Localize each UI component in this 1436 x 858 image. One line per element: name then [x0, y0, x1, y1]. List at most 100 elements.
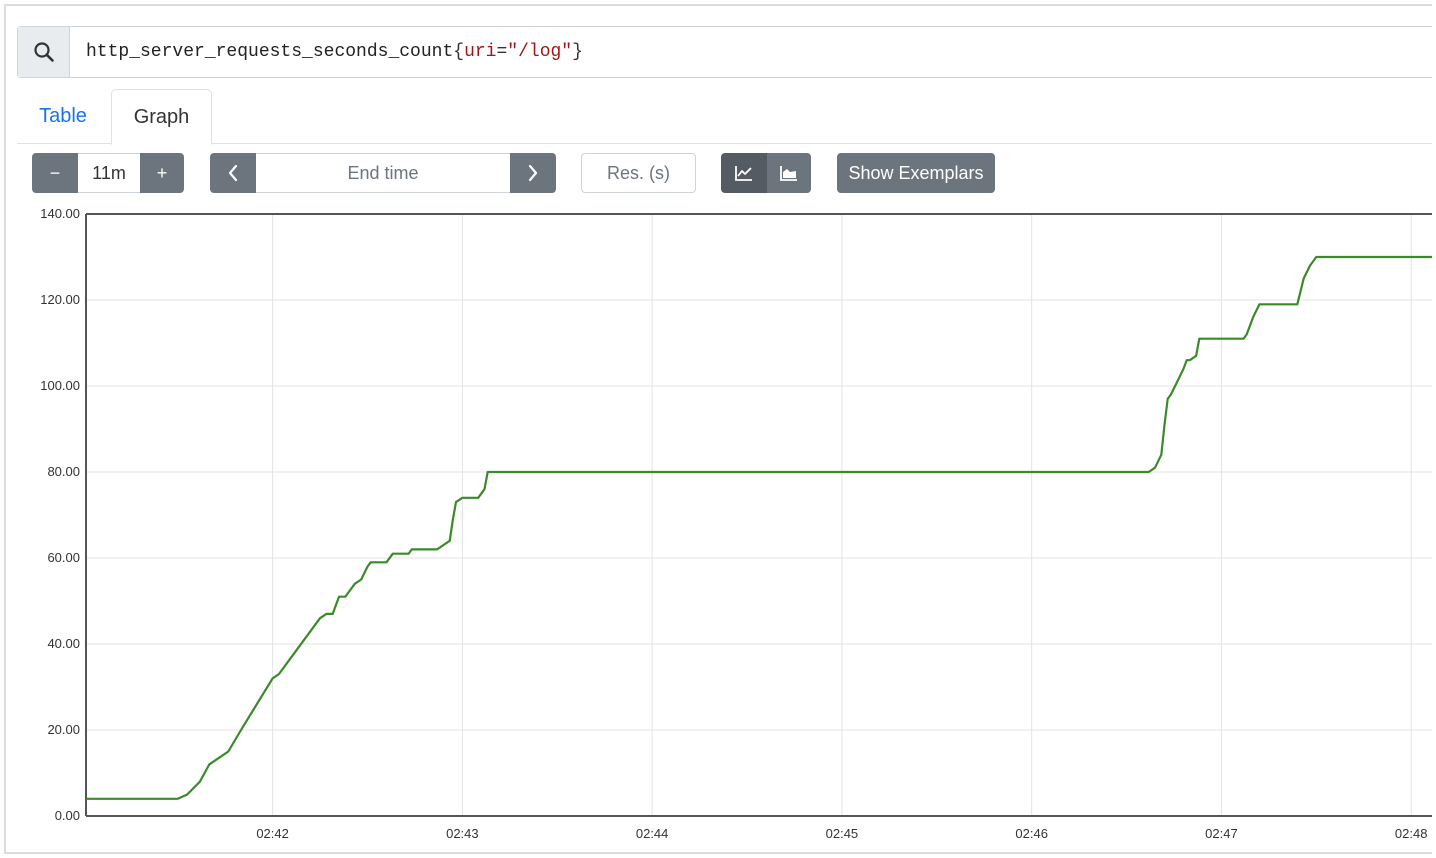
data-point	[482, 486, 488, 492]
y-tick-label: 80.00	[47, 464, 80, 479]
time-back-button[interactable]	[210, 153, 256, 193]
data-point	[336, 594, 342, 600]
data-point	[358, 577, 364, 583]
data-point	[1294, 301, 1300, 307]
data-point	[459, 495, 465, 501]
data-point	[1180, 366, 1186, 372]
data-point	[374, 559, 380, 565]
chevron-left-icon	[228, 164, 238, 182]
data-point	[368, 559, 374, 565]
end-time-input[interactable]: End time	[256, 153, 510, 193]
x-tick-label: 02:43	[446, 826, 479, 841]
data-point	[206, 761, 212, 767]
graph-controls: − 11m + End time Res. (s) Show Exemplars	[32, 153, 1132, 193]
data-point	[317, 615, 323, 621]
data-point	[453, 499, 459, 505]
range-decrease-button[interactable]: −	[32, 153, 78, 193]
time-forward-button[interactable]	[510, 153, 556, 193]
data-point	[197, 779, 203, 785]
query-metric: http_server_requests_seconds_count	[86, 42, 454, 62]
data-point	[1168, 392, 1174, 398]
data-point	[1250, 314, 1256, 320]
area-chart-icon	[780, 166, 797, 181]
data-point	[285, 658, 291, 664]
y-tick-label: 140.00	[40, 206, 80, 221]
data-point	[450, 516, 456, 522]
graph-area: 0.00 20.00 40.00 60.00 80.00 100.00 120.00 140.…	[6, 206, 1432, 852]
data-point	[1244, 331, 1250, 337]
data-point	[323, 611, 329, 617]
data-point	[390, 551, 396, 557]
data-point	[330, 611, 336, 617]
data-point	[184, 792, 190, 798]
data-point	[1256, 301, 1262, 307]
minus-icon: −	[49, 162, 61, 183]
range-increase-button[interactable]: +	[140, 153, 184, 193]
data-point	[1174, 379, 1180, 385]
data-point	[1218, 336, 1224, 342]
data-point	[225, 749, 231, 755]
search-icon	[18, 27, 70, 77]
prometheus-panel: http_server_requests_seconds_count{uri = "…	[4, 4, 1432, 854]
tab-table[interactable]: Table	[17, 89, 109, 144]
series-line-0	[86, 255, 1432, 800]
data-point	[383, 559, 389, 565]
plus-icon: +	[156, 162, 168, 183]
data-point	[1162, 422, 1168, 428]
unstacked-chart-button[interactable]	[721, 153, 767, 193]
x-tick-label: 02:47	[1205, 826, 1238, 841]
y-tick-label: 40.00	[47, 636, 80, 651]
expression-bar: http_server_requests_seconds_count{uri = "…	[17, 26, 1432, 78]
x-tick-label: 02:46	[1015, 826, 1048, 841]
data-point	[1146, 469, 1152, 475]
view-tabs: Table Graph	[17, 89, 1432, 145]
y-tick-label: 0.00	[55, 808, 80, 823]
query-open-brace: {	[453, 42, 465, 62]
range-input[interactable]: 11m	[78, 153, 140, 193]
data-point	[346, 589, 352, 595]
data-point	[1187, 357, 1193, 363]
data-point	[254, 701, 260, 707]
data-point	[475, 495, 481, 501]
query-label-name: uri	[464, 42, 497, 62]
x-tick-label: 02:42	[256, 826, 289, 841]
time-series-chart: 0.00 20.00 40.00 60.00 80.00 100.00 120.00 140.…	[40, 206, 1432, 841]
data-point	[1199, 336, 1205, 342]
expression-input[interactable]: http_server_requests_seconds_count{uri = "…	[70, 27, 1432, 77]
data-point	[434, 546, 440, 552]
resolution-input[interactable]: Res. (s)	[581, 153, 696, 193]
data-point	[1158, 452, 1164, 458]
data-point	[1316, 254, 1322, 260]
data-point	[485, 469, 491, 475]
data-point	[425, 546, 431, 552]
data-point	[301, 637, 307, 643]
query-operator: =	[496, 42, 508, 62]
stacked-chart-button[interactable]	[767, 153, 811, 193]
data-point	[83, 796, 89, 802]
line-chart-icon	[735, 166, 752, 181]
data-point	[497, 469, 503, 475]
data-point	[1307, 263, 1313, 269]
data-point	[1301, 276, 1307, 282]
data-point	[238, 727, 244, 733]
y-tick-label: 20.00	[47, 722, 80, 737]
data-point	[1193, 353, 1199, 359]
data-point	[447, 538, 453, 544]
query-label-value: "/log"	[507, 42, 573, 62]
y-tick-label: 60.00	[47, 550, 80, 565]
data-point	[1152, 465, 1158, 471]
tab-graph[interactable]: Graph	[111, 89, 212, 145]
query-close-brace: }	[572, 42, 583, 62]
y-tick-label: 100.00	[40, 378, 80, 393]
x-tick-label: 02:45	[826, 826, 859, 841]
data-point	[276, 671, 282, 677]
data-point	[352, 581, 358, 587]
data-point	[409, 546, 415, 552]
x-tick-label: 02:48	[1395, 826, 1428, 841]
show-exemplars-button[interactable]: Show Exemplars	[837, 153, 995, 193]
y-tick-label: 120.00	[40, 292, 80, 307]
data-point	[270, 675, 276, 681]
data-point	[175, 796, 181, 802]
data-point	[213, 757, 219, 763]
x-tick-label: 02:44	[636, 826, 669, 841]
